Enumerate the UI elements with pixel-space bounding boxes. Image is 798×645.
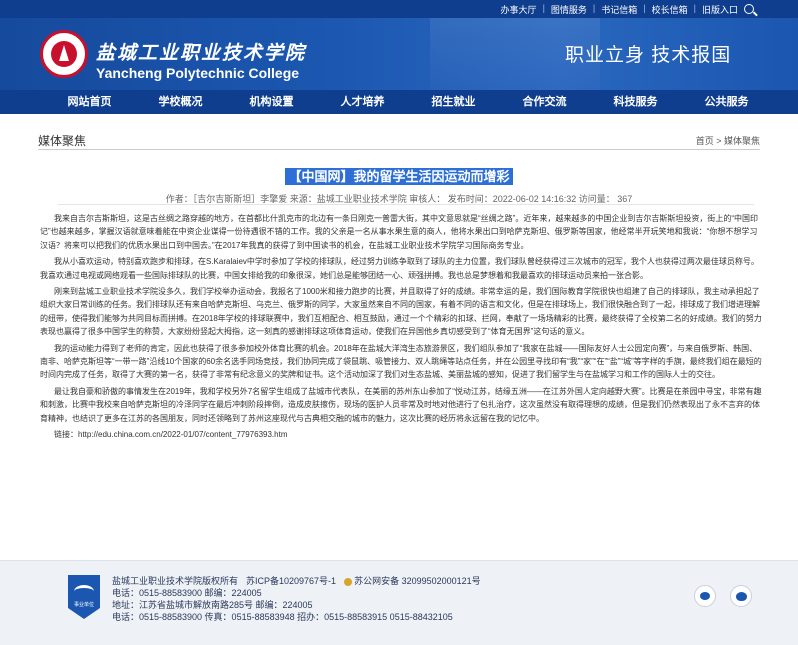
nav-education[interactable]: 人才培养 [317, 90, 408, 114]
main-nav: 网站首页 学校概况 机构设置 人才培养 招生就业 合作交流 科技服务 公共服务 [0, 90, 798, 114]
school-name-en: Yancheng Polytechnic College [96, 65, 300, 81]
nav-cooperation[interactable]: 合作交流 [499, 90, 590, 114]
article-title: 【中国网】我的留学生活因运动而增彩 [285, 168, 513, 185]
top-link-library[interactable]: 图情服务 [551, 3, 587, 16]
top-link-president-mail[interactable]: 校长信箱 [652, 3, 688, 16]
public-institution-badge-icon[interactable] [68, 575, 100, 619]
school-slogan: 职业立身 技术报国 [565, 45, 732, 66]
badge-label: 事业单位 [73, 602, 94, 608]
footer-info: 盐城工业职业技术学院版权所有 苏ICP备10209767号-1 苏公网安备 32… [112, 575, 481, 623]
breadcrumb[interactable]: 首页 > 媒体聚焦 [696, 134, 760, 147]
footer-address: 地址：江苏省盐城市解放南路285号 邮编：224005 [112, 600, 313, 610]
top-link-hall[interactable]: 办事大厅 [501, 3, 537, 16]
footer-contact: 电话：0515-88583900 传真：0515-88583948 招办：051… [112, 612, 453, 622]
section-header: 媒体聚焦 首页 > 媒体聚焦 [38, 128, 760, 150]
school-logo[interactable] [40, 30, 88, 78]
article-paragraph: 最让我自豪和骄傲的事情发生在2019年，我和学校另外7名留学生组成了盐城市代表队… [40, 386, 762, 423]
top-links: 办事大厅 | 图情服务 | 书记信箱 | 校长信箱 | 旧版入口 [500, 3, 738, 16]
school-name-cn: 盐城工业职业技术学院 [96, 42, 307, 64]
police-badge-icon [344, 577, 353, 586]
top-bar: 办事大厅 | 图情服务 | 书记信箱 | 校长信箱 | 旧版入口 [0, 0, 798, 18]
nav-research[interactable]: 科技服务 [590, 90, 681, 114]
source-link[interactable]: 链接：http://edu.china.com.cn/2022-01/07/co… [40, 428, 764, 441]
footer-phone: 电话：0515-88583900 邮编：224005 [112, 588, 262, 598]
article-paragraph: 我来自吉尔吉斯斯坦，这是古丝绸之路穿越的地方，在首都比什凯克市的北边有一条日刚克… [40, 214, 758, 250]
article-body: 我来自吉尔吉斯斯坦，这是古丝绸之路穿越的地方，在首都比什凯克市的北边有一条日刚克… [40, 212, 764, 442]
article-paragraph: 我从小喜欢运动，特别喜欢跑步和排球，在S.Karalaiev中学时参加了学校的排… [40, 257, 759, 280]
nav-admissions[interactable]: 招生就业 [408, 90, 499, 114]
top-link-old-version[interactable]: 旧版入口 [702, 3, 738, 16]
divider [58, 204, 754, 205]
footer-police-record[interactable]: 苏公网安备 32099502000121号 [354, 576, 481, 586]
nav-home[interactable]: 网站首页 [44, 90, 135, 114]
section-title: 媒体聚焦 [38, 134, 87, 148]
nav-about[interactable]: 学校概况 [135, 90, 226, 114]
footer-icp[interactable]: 苏ICP备10209767号-1 [246, 575, 336, 587]
wechat-icon[interactable] [694, 585, 716, 607]
footer-copyright: 盐城工业职业技术学院版权所有 [112, 576, 239, 586]
footer: 事业单位 盐城工业职业技术学院版权所有 苏ICP备10209767号-1 苏公网… [0, 560, 798, 645]
article-paragraph: 刚来到盐城工业职业技术学院没多久，我们学校举办运动会，我报名了1000米和接力跑… [40, 287, 762, 337]
weibo-icon[interactable] [730, 585, 752, 607]
article-title-row: 【中国网】我的留学生活因运动而增彩 [0, 166, 798, 186]
article-paragraph: 我的运动能力得到了老师的肯定，因此也获得了很多参加校外体育比赛的机会。2018年… [40, 343, 762, 380]
search-icon[interactable] [744, 4, 754, 14]
nav-public-services[interactable]: 公共服务 [681, 90, 772, 114]
nav-departments[interactable]: 机构设置 [226, 90, 317, 114]
header-banner: 盐城工业职业技术学院 Yancheng Polytechnic College … [0, 18, 798, 90]
top-link-secretary-mail[interactable]: 书记信箱 [601, 3, 637, 16]
